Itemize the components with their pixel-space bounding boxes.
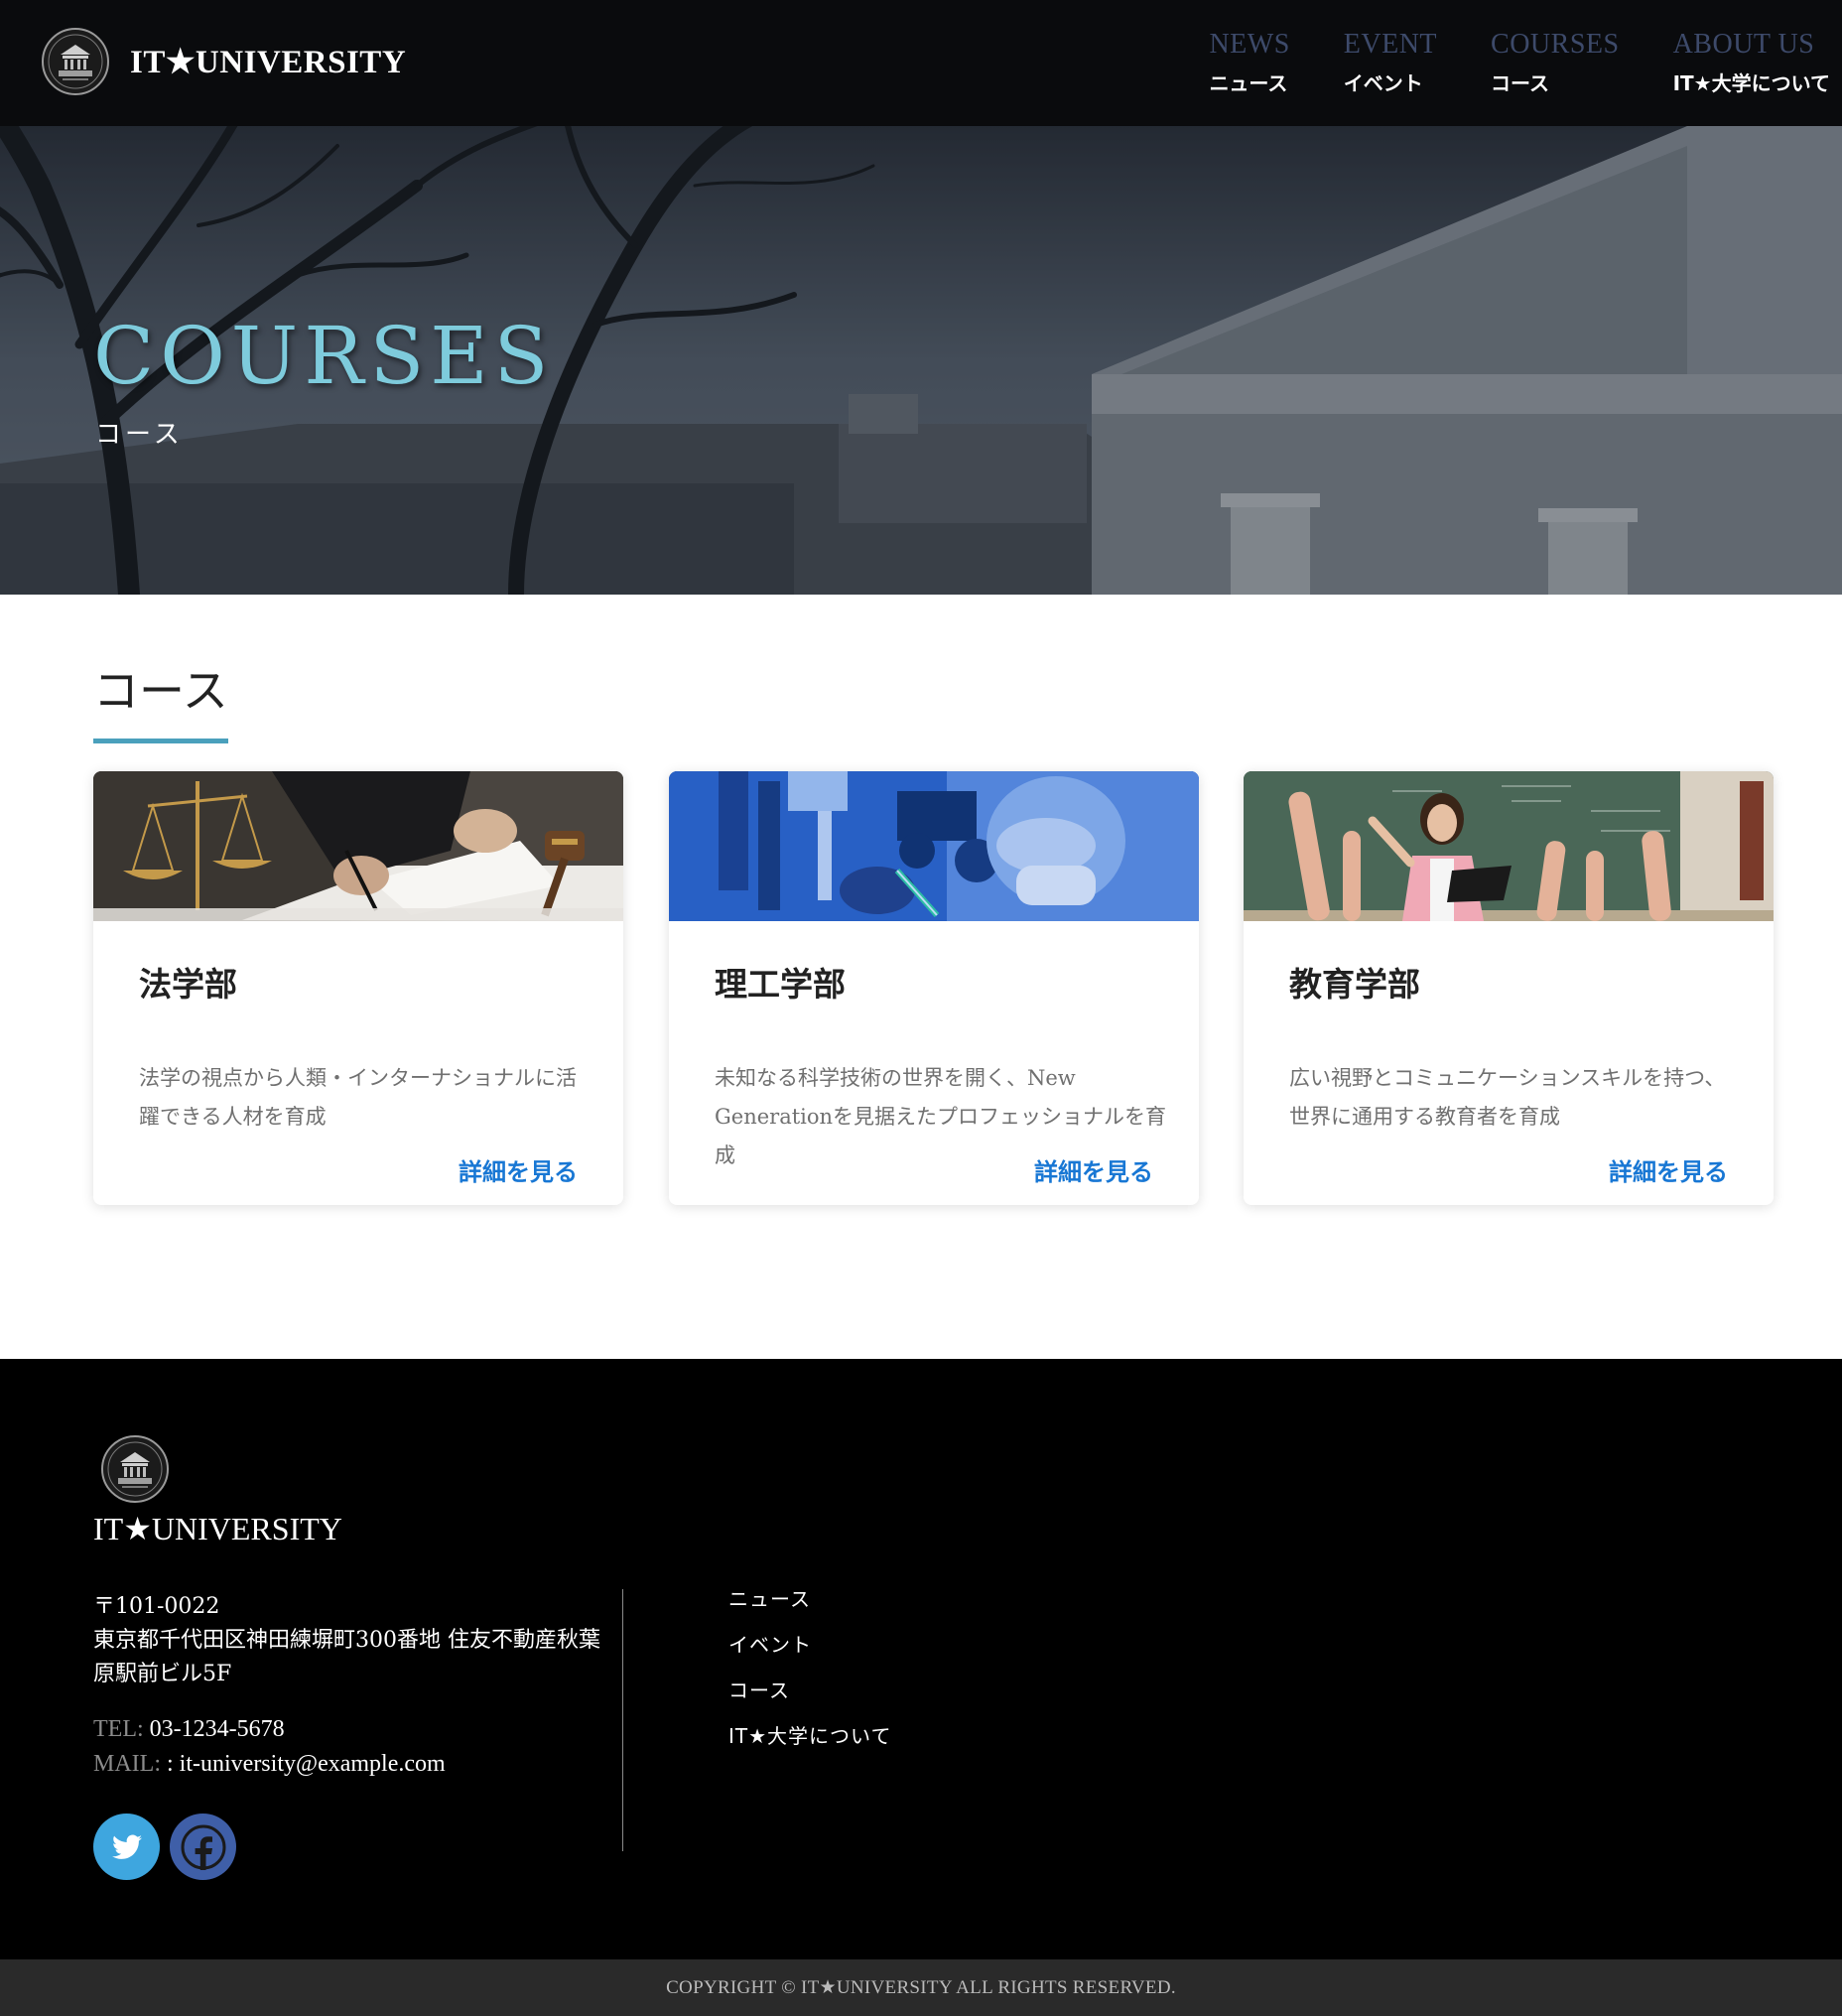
nav-item-event[interactable]: EVENT イベント [1344, 25, 1437, 99]
course-card-science-engineering: 理工学部 未知なる科学技術の世界を開く、New Generationを見据えたプ… [669, 771, 1199, 1205]
course-title: 法学部 [139, 965, 237, 1004]
tel-label: TEL: [93, 1716, 144, 1742]
course-title: 理工学部 [715, 965, 846, 1004]
footer-link-label[interactable]: IT★大学について [728, 1724, 891, 1748]
postal-code: 〒101-0022 [93, 1594, 220, 1619]
hero-subtitle: コース [95, 420, 184, 450]
footer-link-about[interactable]: IT★大学について [728, 1713, 891, 1759]
footer-nav: ニュース イベント コース IT★大学について [728, 1576, 891, 1759]
mail-line: MAIL: : it-university@example.com [93, 1747, 446, 1782]
footer-address: 〒101-0022 東京都千代田区神田練塀町300番地 住友不動産秋葉原駅前ビル… [93, 1590, 619, 1691]
social-links [93, 1814, 246, 1880]
mail-address[interactable]: : it-university@example.com [167, 1751, 446, 1777]
brand-name: IT★UNIVERSITY [130, 45, 407, 80]
tel-number[interactable]: 03-1234-5678 [150, 1716, 285, 1742]
footer-link-news[interactable]: ニュース [728, 1576, 891, 1622]
hero-banner: COURSES コース [0, 126, 1842, 595]
tel-line: TEL: 03-1234-5678 [93, 1712, 446, 1747]
nav-label-jp: ニュース [1209, 71, 1288, 95]
footer-link-label[interactable]: ニュース [728, 1587, 811, 1611]
section-heading-courses: コース [93, 655, 228, 743]
course-card-law: 法学部 法学の視点から人類・インターナショナルに活躍できる人材を育成 詳細を見る [93, 771, 623, 1205]
university-seal-icon [42, 28, 109, 95]
nav-label-jp: イベント [1343, 71, 1423, 95]
nav-item-courses[interactable]: COURSES コース [1491, 25, 1620, 99]
facebook-button[interactable] [170, 1814, 236, 1880]
footer-link-label[interactable]: コース [728, 1679, 790, 1702]
nav-label-en: NEWS [1209, 29, 1290, 60]
site-footer: IT★UNIVERSITY 〒101-0022 東京都千代田区神田練塀町300番… [0, 1359, 1842, 1959]
nav-label-en: EVENT [1343, 29, 1438, 60]
course-description: 法学の視点から人類・インターナショナルに活躍できる人材を育成 [139, 1066, 577, 1129]
nav-item-about[interactable]: ABOUT US IT★大学について [1673, 25, 1830, 99]
footer-divider [622, 1589, 623, 1851]
twitter-icon [111, 1834, 142, 1859]
footer-link-event[interactable]: イベント [728, 1622, 891, 1668]
facebook-icon [181, 1824, 225, 1870]
classroom-teacher-photo [1244, 771, 1774, 921]
street-address: 東京都千代田区神田練塀町300番地 住友不動産秋葉原駅前ビル5F [93, 1628, 600, 1686]
course-card-list: 法学部 法学の視点から人類・インターナショナルに活躍できる人材を育成 詳細を見る [93, 771, 1774, 1205]
course-detail-link[interactable]: 詳細を見る [1034, 1152, 1153, 1187]
footer-contact: TEL: 03-1234-5678 MAIL: : it-university@… [93, 1712, 446, 1782]
copyright-text: COPYRIGHT © IT★UNIVERSITY ALL RIGHTS RES… [666, 1977, 1176, 1998]
twitter-button[interactable] [93, 1814, 160, 1880]
nav-label-en: ABOUT US [1672, 29, 1815, 60]
main-nav: NEWS ニュース EVENT イベント COURSES コース ABOUT U… [1155, 25, 1830, 99]
mail-label: MAIL: [93, 1751, 161, 1777]
course-detail-link[interactable]: 詳細を見る [459, 1152, 578, 1187]
nav-item-news[interactable]: NEWS ニュース [1209, 25, 1289, 99]
course-description: 広い視野とコミュニケーションスキルを持つ、世界に通用する教育者を育成 [1289, 1066, 1726, 1129]
university-seal-icon [101, 1435, 169, 1503]
course-detail-link[interactable]: 詳細を見る [1609, 1152, 1728, 1187]
course-card-education: 教育学部 広い視野とコミュニケーションスキルを持つ、世界に通用する教育者を育成 … [1244, 771, 1774, 1205]
law-scales-gavel-photo [93, 771, 623, 921]
nav-label-jp: コース [1491, 71, 1550, 95]
laboratory-scientist-photo [669, 771, 1199, 921]
course-title: 教育学部 [1289, 965, 1420, 1004]
footer-brand-name: IT★UNIVERSITY [93, 1511, 342, 1546]
copyright-bar: COPYRIGHT © IT★UNIVERSITY ALL RIGHTS RES… [0, 1959, 1842, 2016]
nav-label-en: COURSES [1491, 29, 1620, 60]
footer-link-label[interactable]: イベント [728, 1633, 812, 1657]
brand-home-link[interactable]: IT★UNIVERSITY [41, 27, 406, 96]
nav-label-jp: IT★大学について [1672, 71, 1830, 95]
hero-title: COURSES [93, 310, 555, 402]
site-header: IT★UNIVERSITY NEWS ニュース EVENT イベント COURS… [0, 0, 1842, 126]
footer-link-courses[interactable]: コース [728, 1668, 891, 1713]
